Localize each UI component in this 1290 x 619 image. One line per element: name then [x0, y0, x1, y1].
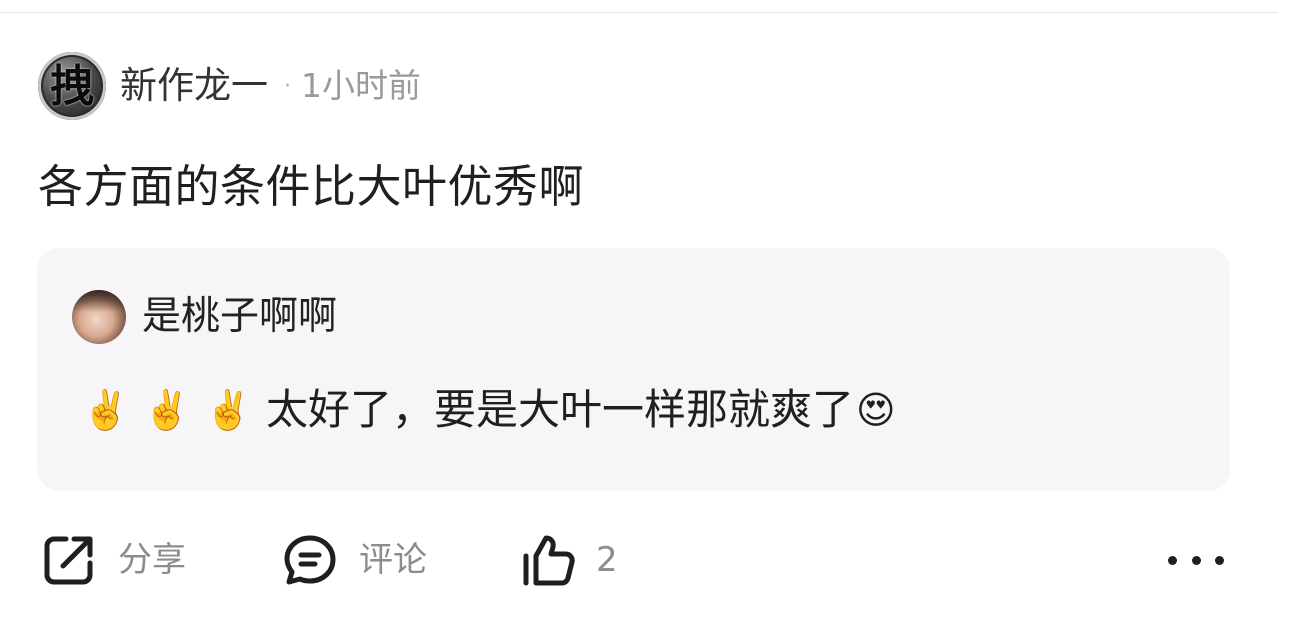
- quote-avatar[interactable]: [72, 290, 126, 344]
- top-divider: [0, 12, 1278, 13]
- meta-separator: ·: [284, 73, 291, 99]
- like-count: 2: [596, 540, 618, 580]
- share-button[interactable]: 分享: [42, 528, 186, 592]
- avatar-glyph: 拽: [50, 61, 94, 112]
- post-time: 1小时前: [301, 66, 421, 105]
- like-button[interactable]: 2: [522, 528, 618, 592]
- author-row: 拽 新作龙一 · 1小时前: [38, 52, 421, 120]
- quote-author: 是桃子啊啊: [72, 290, 337, 344]
- author-name[interactable]: 新作龙一: [120, 52, 268, 120]
- quote-text: 太好了，要是大叶一样那就爽了: [265, 385, 854, 434]
- action-bar: 分享 评论 2: [0, 528, 1290, 592]
- comment-label: 评论: [359, 540, 427, 580]
- quote-text-row: ✌️ ✌️ ✌️ 太好了，要是大叶一样那就爽了 😍: [82, 380, 910, 440]
- more-icon: [1215, 555, 1224, 565]
- share-icon: [42, 533, 96, 587]
- comment-icon: [283, 533, 337, 587]
- quoted-reply[interactable]: 是桃子啊啊 ✌️ ✌️ ✌️ 太好了，要是大叶一样那就爽了 😍: [37, 248, 1230, 491]
- victory-hand-emoji: ✌️: [204, 388, 252, 432]
- quote-author-name[interactable]: 是桃子啊啊: [142, 290, 337, 344]
- more-icon: [1191, 555, 1201, 565]
- comment-button[interactable]: 评论: [283, 528, 427, 592]
- avatar[interactable]: 拽: [38, 52, 106, 120]
- victory-hand-emoji: ✌️: [143, 388, 191, 432]
- heart-eyes-emoji: 😍: [856, 388, 896, 432]
- comment-text: 各方面的条件比大叶优秀啊: [38, 160, 585, 213]
- more-button[interactable]: [1168, 528, 1224, 592]
- share-label: 分享: [118, 540, 186, 580]
- victory-hand-emoji: ✌️: [82, 388, 130, 432]
- more-icon: [1168, 555, 1177, 565]
- thumbs-up-icon: [522, 533, 576, 587]
